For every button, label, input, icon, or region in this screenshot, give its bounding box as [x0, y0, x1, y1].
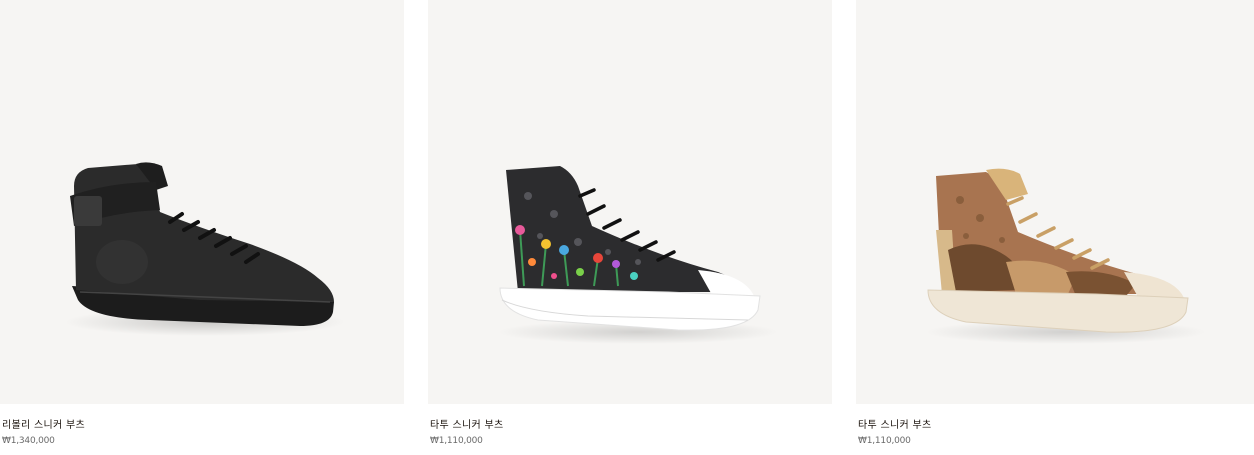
product-image[interactable] [0, 0, 404, 404]
product-image[interactable] [428, 0, 832, 404]
product-price: ₩1,110,000 [430, 436, 483, 446]
product-grid: 리볼리 스니커 부츠 ₩1,340,000 타투 스니커 부츠 ₩1,110,0… [0, 0, 1254, 455]
product-price: ₩1,110,000 [858, 436, 911, 446]
product-name[interactable]: 타투 스니커 부츠 [430, 416, 503, 431]
sneaker-image-black-leather [65, 162, 345, 336]
sneaker-image-brown-camo [926, 168, 1206, 344]
product-price: ₩1,340,000 [2, 436, 55, 446]
product-card-tattoo-sneaker-boot-floral[interactable]: 타투 스니커 부츠 ₩1,110,000 [428, 0, 832, 455]
product-card-rivoli-sneaker-boot[interactable]: 리볼리 스니커 부츠 ₩1,340,000 [0, 0, 404, 455]
product-card-tattoo-sneaker-boot-camo[interactable]: 타투 스니커 부츠 ₩1,110,000 [856, 0, 1254, 455]
product-name[interactable]: 타투 스니커 부츠 [858, 416, 931, 431]
sneaker-image-black-floral [498, 166, 778, 344]
product-image[interactable] [856, 0, 1254, 404]
product-name[interactable]: 리볼리 스니커 부츠 [2, 416, 85, 431]
